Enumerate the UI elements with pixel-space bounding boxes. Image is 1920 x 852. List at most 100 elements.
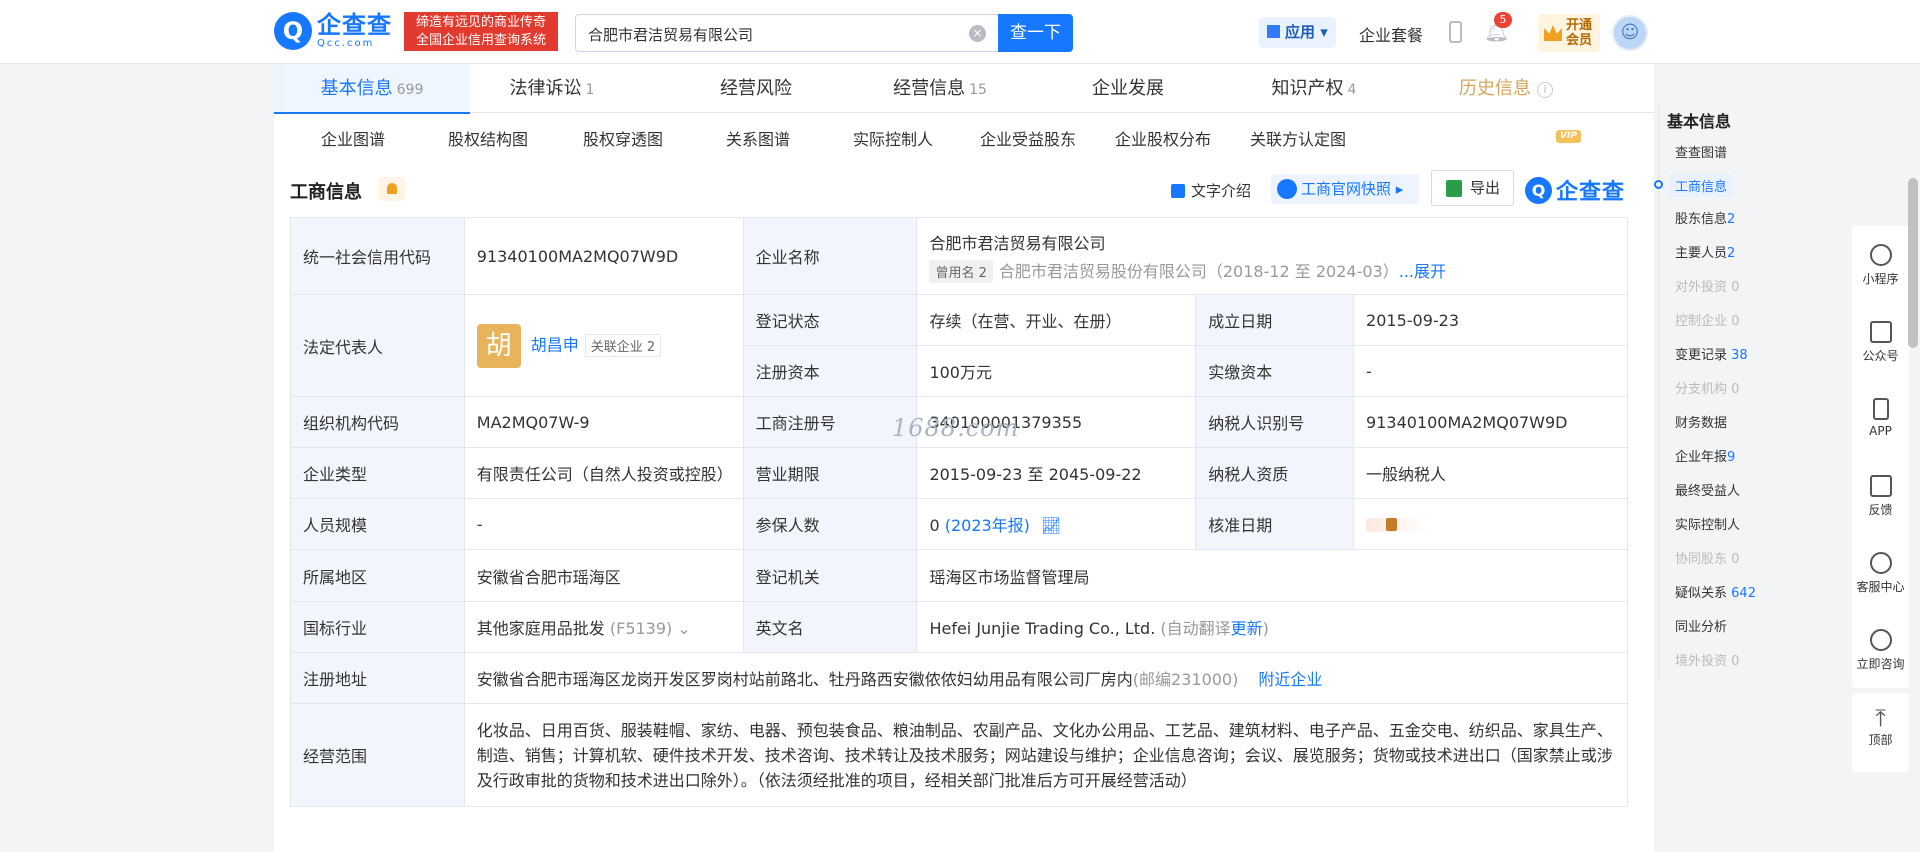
industry-code: (F5139) <box>609 619 673 638</box>
nav-item-suspected[interactable]: 疑似关系 642 <box>1675 582 1756 601</box>
follow-bell-icon[interactable] <box>378 177 405 201</box>
nav-item-peer-analysis[interactable]: 同业分析 <box>1675 616 1727 635</box>
search-value[interactable]: 合肥市君洁贸易有限公司 <box>588 24 753 45</box>
user-avatar[interactable]: ☺ <box>1612 15 1648 51</box>
taxpayer-id-value: 91340100MA2MQ07W9D <box>1353 396 1628 448</box>
nav-label: 财务数据 <box>1675 416 1728 431</box>
tab-operation[interactable]: 经营信息 15 <box>858 64 1022 113</box>
nav-item-overseas[interactable]: 境外投资 0 <box>1675 650 1739 669</box>
feedback-button[interactable]: 反馈 <box>1852 457 1909 534</box>
insured-cell: 0 (2023年报) 📈︎ <box>916 498 1197 550</box>
tab-history[interactable]: 历史信息 i <box>1424 64 1588 113</box>
type-value: 有限责任公司（自然人投资或控股） <box>463 447 744 499</box>
qcc-logo[interactable]: Q 企查查 Qcc.com <box>274 12 392 50</box>
nav-label: 控制企业 <box>1675 314 1728 329</box>
subtab-actual-controller[interactable]: 实际控制人 <box>853 126 933 150</box>
insured-year-link[interactable]: (2023年报) <box>945 516 1030 535</box>
scrollbar-thumb[interactable] <box>1908 178 1918 348</box>
vip-line1: 开通 <box>1566 18 1593 33</box>
tab-litigation[interactable]: 法律诉讼 1 <box>470 64 634 113</box>
nav-item-graph[interactable]: 查查图谱 <box>1675 142 1727 161</box>
nav-item-investments[interactable]: 对外投资 0 <box>1675 276 1739 295</box>
table-row: 国标行业 其他家庭用品批发 (F5139) ⌄ 英文名 Hefei Junjie… <box>290 601 1628 653</box>
en-close-paren: ) <box>1262 619 1269 638</box>
nav-item-business-info[interactable]: 工商信息 <box>1669 174 1734 197</box>
nav-item-controlled[interactable]: 控制企业 0 <box>1675 310 1739 329</box>
en-update-link[interactable]: 更新 <box>1231 619 1263 638</box>
nav-item-financials[interactable]: 财务数据 <box>1675 412 1727 431</box>
nav-item-controller[interactable]: 实际控制人 <box>1675 514 1740 533</box>
nav-item-beneficiary[interactable]: 最终受益人 <box>1675 480 1740 499</box>
chevron-down-icon[interactable]: ⌄ <box>677 619 690 638</box>
vip-locked-value[interactable] <box>1366 518 1427 532</box>
nav-count: 0 <box>1731 382 1740 397</box>
back-to-top-button[interactable]: ⤒ 顶部 <box>1852 693 1909 772</box>
taxpayer-qual-label: 纳税人资质 <box>1195 447 1355 499</box>
subtab-enterprise-graph[interactable]: 企业图谱 <box>321 126 385 150</box>
tab-count: 1 <box>585 82 595 98</box>
paid-capital-label: 实缴资本 <box>1195 345 1355 397</box>
customer-service-button[interactable]: 客服中心 <box>1852 534 1909 611</box>
nearby-link[interactable]: 附近企业 <box>1258 670 1322 689</box>
chart-icon[interactable]: 📈︎ <box>1041 516 1061 535</box>
nav-active-dot <box>1654 180 1663 189</box>
search-button[interactable]: 查一下 <box>998 14 1073 52</box>
vip-button[interactable]: 开通 会员 <box>1538 14 1600 52</box>
scan-icon <box>1869 321 1892 343</box>
mini-program-button[interactable]: 小程序 <box>1852 226 1909 303</box>
search-input[interactable]: 合肥市君洁贸易有限公司 × <box>575 14 998 52</box>
legal-rep-avatar[interactable]: 胡 <box>476 323 521 368</box>
expand-link[interactable]: ...展开 <box>1399 262 1446 281</box>
tab-risk[interactable]: 经营风险 <box>674 64 838 113</box>
nav-item-changes[interactable]: 变更记录 38 <box>1675 344 1748 363</box>
subtab-equity-penetration[interactable]: 股权穿透图 <box>583 126 663 150</box>
credit-code-value: 91340100MA2MQ07W9D <box>463 217 744 295</box>
legal-rep-label: 法定代表人 <box>290 294 465 397</box>
nav-label: 同业分析 <box>1675 620 1728 635</box>
official-account-button[interactable]: 公众号 <box>1852 303 1909 380</box>
export-button[interactable]: 导出 <box>1431 170 1514 206</box>
nav-item-annual-reports[interactable]: 企业年报9 <box>1675 446 1735 465</box>
mini-program-icon <box>1869 244 1892 266</box>
org-code-value: MA2MQ07W-9 <box>463 396 744 448</box>
legal-rep-name[interactable]: 胡昌申 <box>531 335 579 354</box>
table-row: 经营范围 化妆品、日用百货、服装鞋帽、家纺、电器、预包装食品、粮油制品、农副产品… <box>290 703 1629 807</box>
tab-count: 4 <box>1347 82 1357 98</box>
consult-button[interactable]: 立即咨询 <box>1852 611 1909 688</box>
nav-item-co-shareholders[interactable]: 协同股东 0 <box>1675 548 1739 567</box>
side-label: 反馈 <box>1868 503 1893 517</box>
nav-item-key-personnel[interactable]: 主要人员2 <box>1675 242 1735 261</box>
lock-icon <box>1386 518 1398 531</box>
nav-count: 38 <box>1731 348 1748 363</box>
tab-ip[interactable]: 知识产权 4 <box>1232 64 1396 113</box>
company-name-label: 企业名称 <box>742 217 918 295</box>
snapshot-button[interactable]: 工商官网快照 ▸ <box>1271 174 1419 204</box>
subtab-equity-distribution[interactable]: 企业股权分布 <box>1115 126 1211 150</box>
clear-icon[interactable]: × <box>969 25 986 42</box>
sub-tabs: 企业图谱 股权结构图 股权穿透图 关系图谱 实际控制人 企业受益股东 企业股权分… <box>274 114 1654 156</box>
nav-label: 主要人员 <box>1675 246 1728 261</box>
nav-item-shareholders[interactable]: 股东信息2 <box>1675 208 1735 227</box>
text-intro-button[interactable]: 文字介绍 <box>1171 180 1251 201</box>
subtab-beneficiary[interactable]: 企业受益股东 <box>980 126 1076 150</box>
industry-cell[interactable]: 其他家庭用品批发 (F5139) ⌄ <box>463 601 744 653</box>
nav-count: 9 <box>1727 450 1736 465</box>
app-download-button[interactable]: APP <box>1852 380 1909 457</box>
package-link[interactable]: 企业套餐 <box>1359 22 1423 46</box>
en-name-cell: Hefei Junjie Trading Co., Ltd. (自动翻译更新) <box>916 601 1628 653</box>
nav-item-branches[interactable]: 分支机构 0 <box>1675 378 1739 397</box>
app-menu-button[interactable]: 应用 ▾ <box>1259 17 1336 48</box>
mobile-icon[interactable] <box>1449 21 1462 43</box>
tab-basic-info[interactable]: 基本信息 699 <box>274 64 470 114</box>
subtab-equity-structure[interactable]: 股权结构图 <box>448 126 528 150</box>
subtab-relation-graph[interactable]: 关系图谱 <box>726 126 790 150</box>
main-tabs: 基本信息 699 法律诉讼 1 经营风险 经营信息 15 企业发展 知识产权 4 历史信… <box>274 64 1654 114</box>
table-row: 企业类型 有限责任公司（自然人投资或控股） 营业期限 2015-09-23 至 … <box>290 447 1628 499</box>
related-company-tag[interactable]: 关联企业 2 <box>584 334 662 357</box>
business-info-table: 统一社会信用代码 91340100MA2MQ07W9D 企业名称 合肥市君洁贸易… <box>290 217 1629 807</box>
taxpayer-id-label: 纳税人识别号 <box>1195 396 1355 448</box>
org-code-label: 组织机构代码 <box>290 396 465 448</box>
subtab-related-party[interactable]: 关联方认定图 <box>1250 126 1346 150</box>
app-label: 应用 <box>1285 23 1316 41</box>
tab-development[interactable]: 企业发展 <box>1046 64 1210 113</box>
